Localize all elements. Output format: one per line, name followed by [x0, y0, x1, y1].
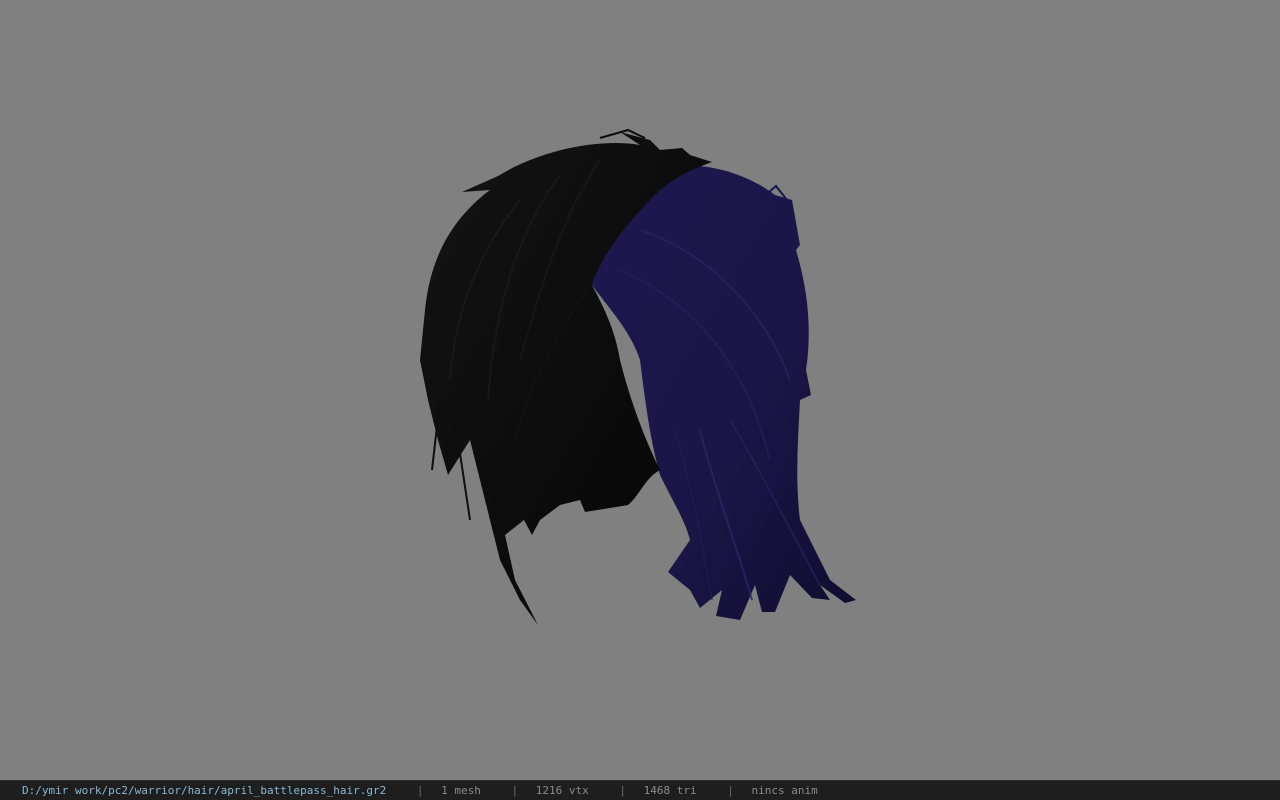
status-bar: D:/ymir work/pc2/warrior/hair/april_batt…	[0, 780, 1280, 800]
hair-purple-side	[592, 165, 856, 620]
separator: |	[619, 784, 626, 797]
separator: |	[511, 784, 519, 797]
3d-viewport[interactable]	[0, 0, 1280, 780]
vertex-count: 1216 vtx	[535, 784, 589, 797]
animation-status: nincs anim	[751, 784, 818, 797]
triangle-count: 1468 tri	[643, 784, 697, 797]
file-path: D:/ymir work/pc2/warrior/hair/april_batt…	[22, 784, 387, 797]
separator: |	[727, 784, 734, 797]
mesh-count: 1 mesh	[441, 784, 481, 797]
separator: |	[416, 784, 424, 797]
hair-model-render	[420, 128, 856, 625]
